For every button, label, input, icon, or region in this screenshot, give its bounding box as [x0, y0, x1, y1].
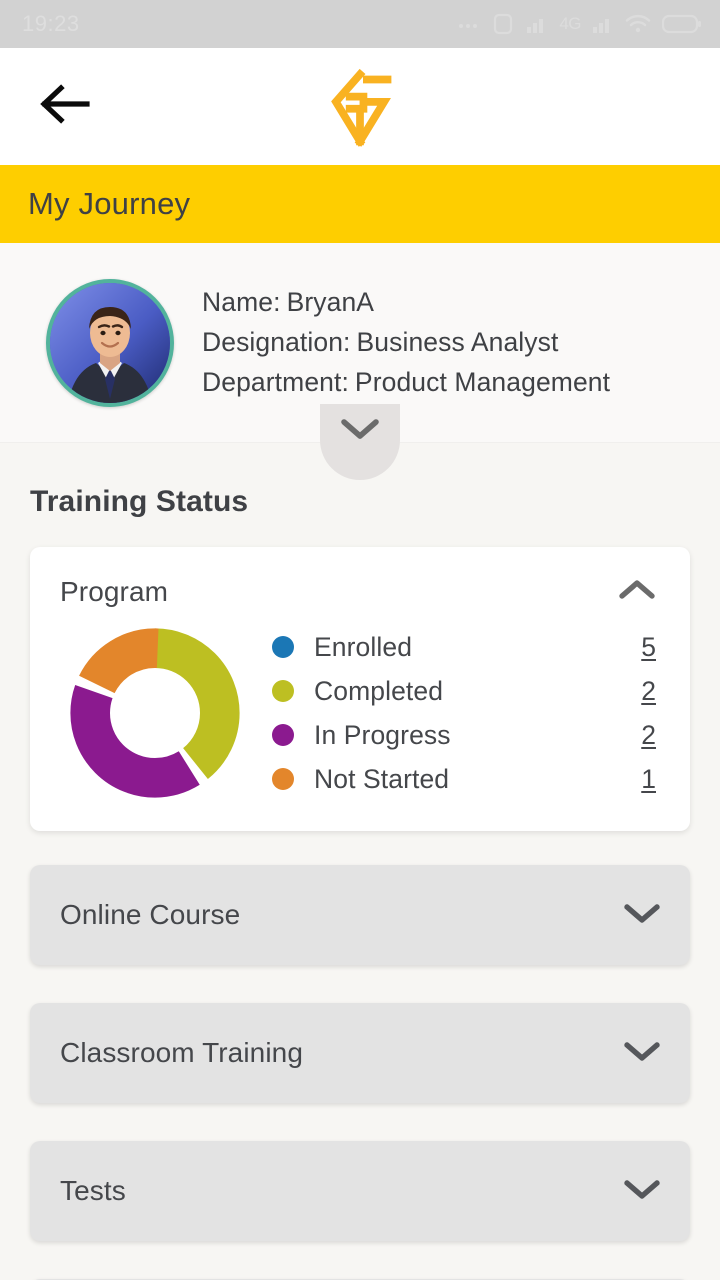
- legend-dot-not-started: [272, 768, 294, 790]
- dots-icon: [458, 19, 480, 29]
- legend-row-enrolled: Enrolled 5: [272, 632, 656, 663]
- accordion-label: Tests: [60, 1175, 126, 1206]
- app-bar: [0, 48, 720, 165]
- chevron-down-icon: [338, 416, 382, 447]
- accordion-item-classroom-training[interactable]: Classroom Training: [30, 1003, 690, 1103]
- chevron-up-icon: [615, 577, 659, 608]
- profile-card: Name: BryanA Designation: Business Analyst…: [0, 243, 720, 480]
- accordion-label: Online Course: [60, 899, 241, 930]
- back-arrow-icon: [37, 82, 93, 131]
- chevron-down-icon[interactable]: [620, 900, 664, 931]
- profile-row-designation: Designation: Business Analyst: [202, 327, 610, 358]
- legend-dot-enrolled: [272, 636, 294, 658]
- legend-dot-completed: [272, 680, 294, 702]
- legend-row-in-progress: In Progress 2: [272, 720, 656, 751]
- legend-label-enrolled: Enrolled: [314, 631, 413, 662]
- app-screen: 19:23 4G My Journey Name: BryanA Designa…: [0, 0, 720, 1280]
- legend-value-completed[interactable]: 2: [636, 676, 656, 707]
- profile-department-label: Department:: [202, 367, 349, 397]
- app-logo: [317, 64, 403, 150]
- profile-department-value: Product Management: [354, 367, 611, 397]
- accordion-item-online-course[interactable]: Online Course: [30, 865, 690, 965]
- profile-row-name: Name: BryanA: [202, 287, 610, 318]
- legend-value-not-started[interactable]: 1: [636, 764, 656, 795]
- program-card-body: Enrolled 5 Completed 2 In Progress 2 Not…: [60, 623, 664, 803]
- profile-info: Name: BryanA Designation: Business Analyst…: [202, 287, 610, 398]
- network-type-label: 4G: [559, 14, 581, 33]
- training-accordion: Online Course Classroom Training Tests K…: [0, 865, 720, 1280]
- profile-designation-value: Business Analyst: [356, 327, 559, 357]
- app-logo-icon: [331, 68, 392, 147]
- program-legend: Enrolled 5 Completed 2 In Progress 2 Not…: [272, 632, 664, 795]
- donut-svg: [70, 628, 240, 798]
- avatar-photo: [50, 282, 170, 403]
- profile-designation-label: Designation:: [202, 327, 351, 357]
- status-bar-time: 19:23: [22, 11, 80, 36]
- legend-label-in-progress: In Progress: [314, 719, 451, 750]
- legend-row-completed: Completed 2: [272, 676, 656, 707]
- battery-icon: [662, 13, 702, 35]
- program-card-title: Program: [60, 576, 169, 607]
- main-content: Training Status Program Enrolled 5 Compl…: [0, 443, 720, 1280]
- profile-row-department: Department: Product Management: [202, 367, 610, 398]
- legend-row-not-started: Not Started 1: [272, 764, 656, 795]
- program-donut-chart: [60, 623, 250, 803]
- chevron-down-icon[interactable]: [620, 1176, 664, 1207]
- signal2-icon: [592, 14, 614, 34]
- legend-value-in-progress[interactable]: 2: [636, 720, 656, 751]
- legend-value-enrolled[interactable]: 5: [636, 632, 656, 663]
- profile-name-value: BryanA: [286, 287, 375, 317]
- accordion-label: Classroom Training: [60, 1037, 303, 1068]
- legend-label-completed: Completed: [314, 675, 444, 706]
- chevron-down-icon[interactable]: [620, 1038, 664, 1069]
- program-card-toggle[interactable]: [610, 571, 664, 613]
- status-bar-icons: 4G: [458, 12, 702, 36]
- profile-name-label: Name:: [202, 287, 281, 317]
- program-card: Program Enrolled 5 Completed 2 In Progre…: [30, 547, 690, 831]
- wifi-icon: [625, 14, 651, 34]
- legend-label-not-started: Not Started: [314, 763, 450, 794]
- back-button[interactable]: [34, 79, 96, 135]
- status-bar: 19:23 4G: [0, 0, 720, 48]
- user-avatar: [46, 278, 174, 407]
- legend-dot-in-progress: [272, 724, 294, 746]
- page-title-bar: My Journey: [0, 165, 720, 243]
- accordion-item-tests[interactable]: Tests: [30, 1141, 690, 1241]
- signal-icon: [526, 14, 548, 34]
- program-card-header[interactable]: Program: [60, 571, 664, 613]
- alarm-icon: [491, 12, 515, 36]
- page-title: My Journey: [28, 186, 191, 221]
